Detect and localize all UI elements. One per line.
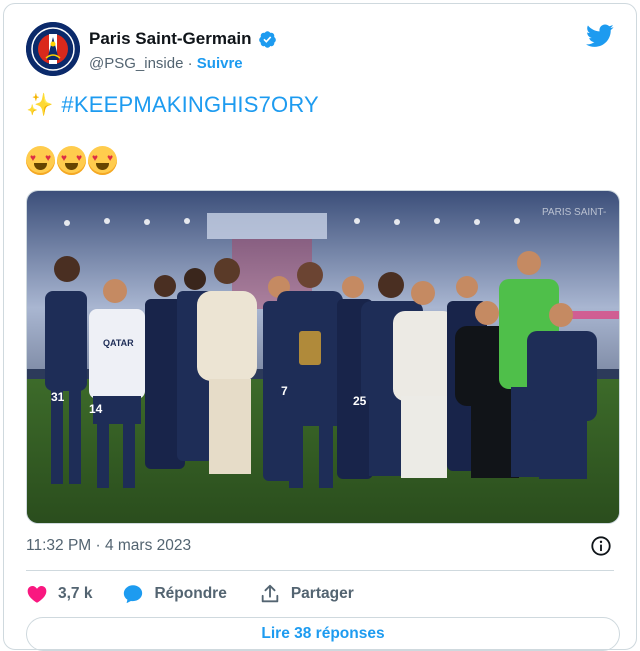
- tweet-timestamp[interactable]: 11:32 PM · 4 mars 2023: [26, 537, 191, 555]
- share-button[interactable]: Partager: [259, 583, 354, 605]
- like-count: 3,7 k: [58, 585, 93, 602]
- account-name-row: Paris Saint-Germain: [89, 29, 277, 49]
- account-name[interactable]: Paris Saint-Germain: [89, 29, 252, 49]
- jersey-number: 25: [353, 394, 367, 408]
- reply-button[interactable]: Répondre: [122, 583, 227, 605]
- reply-label: Répondre: [154, 585, 227, 602]
- jersey-number: 7: [281, 384, 288, 398]
- info-icon[interactable]: [590, 535, 612, 557]
- tweet-text-line: ✨ #KEEPMAKINGHIS7ORY: [26, 92, 319, 118]
- share-label: Partager: [290, 585, 354, 602]
- jersey-number: 14: [89, 402, 103, 416]
- verified-badge-icon: [258, 30, 276, 48]
- action-bar: 3,7 k Répondre Partager: [26, 581, 354, 607]
- divider: [26, 570, 614, 571]
- jersey-number: 31: [51, 390, 65, 404]
- twitter-bird-icon[interactable]: [586, 24, 614, 48]
- account-handle[interactable]: @PSG_inside: [89, 55, 183, 72]
- share-upload-icon: [261, 584, 279, 603]
- sponsor-text: QATAR: [103, 338, 134, 348]
- stadium-banner-text: PARIS SAINT-: [542, 207, 606, 218]
- read-replies-button[interactable]: Lire 38 réponses: [26, 617, 620, 651]
- heart-icon: [27, 586, 47, 603]
- heart-eyes-emoji: ♥ ♥: [26, 146, 55, 175]
- heart-eyes-emoji: ♥ ♥: [88, 146, 117, 175]
- follow-button[interactable]: Suivre: [197, 55, 243, 72]
- emoji-line: ♥ ♥ ♥ ♥ ♥ ♥: [26, 146, 117, 175]
- heart-eyes-emoji: ♥ ♥: [57, 146, 86, 175]
- tweet-card: Paris Saint-Germain @PSG_inside · Suivre…: [3, 3, 637, 651]
- handle-row: @PSG_inside · Suivre: [89, 55, 243, 72]
- hashtag-link[interactable]: #KEEPMAKINGHIS7ORY: [61, 92, 319, 118]
- psg-crest-icon[interactable]: [26, 22, 80, 76]
- like-button[interactable]: 3,7 k: [26, 583, 92, 605]
- reply-bubble-icon: [124, 585, 143, 604]
- sparkles-emoji: ✨: [26, 92, 54, 117]
- separator: ·: [187, 55, 193, 72]
- team-photo[interactable]: PARIS SAINT- QATAR 31 14 7 25: [26, 190, 620, 524]
